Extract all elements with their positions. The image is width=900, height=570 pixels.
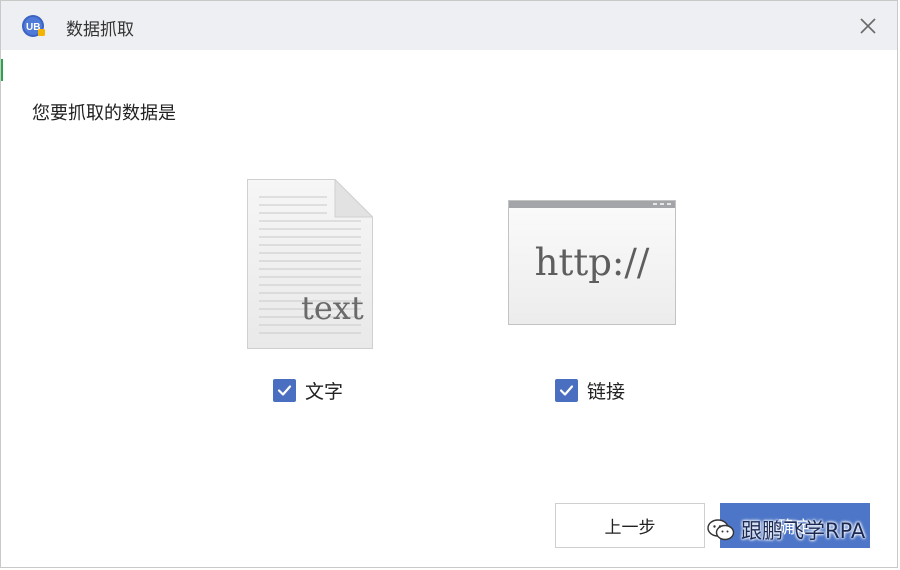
title-bar: UB 数据抓取	[1, 1, 897, 50]
dialog-title: 数据抓取	[66, 20, 134, 40]
close-button[interactable]	[853, 11, 883, 41]
watermark: 跟鹏飞学RPA	[707, 515, 865, 545]
data-capture-dialog: UB 数据抓取 您要抓取的数据是 text http:// 文字 链接 上一步 …	[0, 0, 898, 568]
checkmark-icon	[277, 385, 292, 396]
watermark-text: 跟鹏飞学RPA	[741, 519, 866, 543]
previous-step-button[interactable]: 上一步	[555, 503, 705, 548]
window-edge-accent	[1, 59, 3, 81]
link-option-label: 链接	[587, 381, 626, 403]
text-icon-caption: text	[301, 289, 364, 327]
text-option-label: 文字	[305, 381, 344, 403]
prompt-label: 您要抓取的数据是	[32, 103, 176, 124]
text-checkbox[interactable]	[273, 379, 296, 402]
option-link[interactable]: 链接	[555, 377, 625, 404]
ub-logo-icon: UB	[22, 15, 45, 37]
text-document-icon[interactable]: text	[247, 179, 373, 349]
http-icon-caption: http://	[534, 241, 650, 284]
option-text[interactable]: 文字	[273, 377, 343, 404]
close-icon	[860, 18, 876, 34]
http-link-icon[interactable]: http://	[508, 200, 676, 325]
checkmark-icon	[559, 385, 574, 396]
link-checkbox[interactable]	[555, 379, 578, 402]
wechat-icon	[707, 519, 735, 541]
browser-bar	[509, 201, 675, 208]
